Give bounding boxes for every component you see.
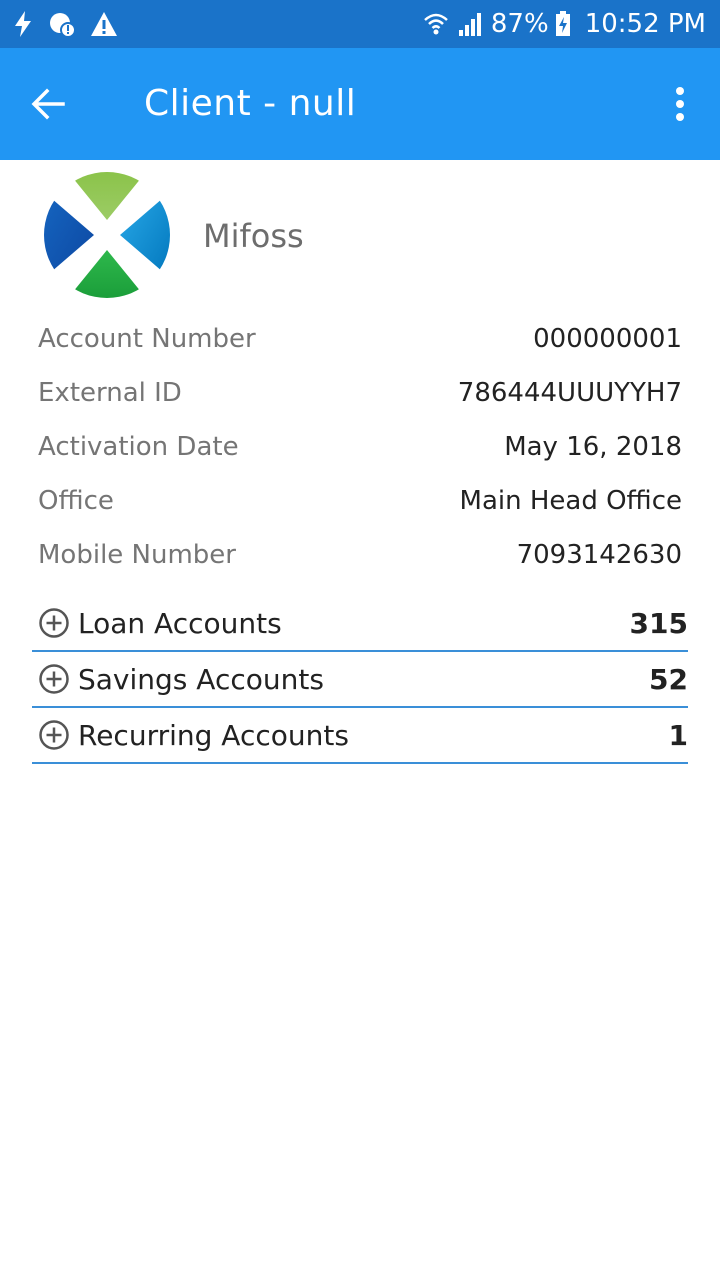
account-label: Savings Accounts: [78, 662, 324, 696]
overflow-menu-button[interactable]: [660, 76, 700, 132]
client-name: Mifoss: [203, 217, 304, 255]
status-bar: 87% 10:52 PM: [0, 0, 720, 48]
accounts-list: Loan Accounts 315 Savings Accounts 52 Re…: [32, 596, 688, 764]
detail-value: Main Head Office: [459, 486, 682, 516]
client-header: Mifoss: [44, 172, 684, 298]
account-row-recurring[interactable]: Recurring Accounts 1: [32, 708, 688, 764]
more-vert-icon: [676, 87, 684, 121]
add-circle-outline-icon[interactable]: [38, 607, 70, 639]
flash-icon: [12, 10, 34, 38]
client-details: Account Number 000000001 External ID 786…: [38, 312, 682, 582]
data-saver-icon: [48, 10, 76, 38]
back-button[interactable]: [20, 76, 76, 132]
account-label: Recurring Accounts: [78, 718, 349, 752]
client-details-screen: 87% 10:52 PM Client - null Mifoss Accoun…: [0, 0, 720, 1280]
app-bar: Client - null: [0, 48, 720, 160]
status-left-icons: [12, 8, 132, 40]
wifi-icon: [423, 11, 449, 37]
status-right-icons: 87% 10:52 PM: [423, 6, 706, 42]
arrow-back-icon: [31, 88, 65, 120]
detail-value: 000000001: [533, 324, 682, 354]
status-clock: 10:52 PM: [584, 9, 706, 39]
detail-label: External ID: [38, 378, 182, 408]
account-row-savings[interactable]: Savings Accounts 52: [32, 652, 688, 708]
detail-row-external-id: External ID 786444UUUYYH7: [38, 366, 682, 420]
client-logo-image[interactable]: [44, 172, 170, 298]
detail-row-activation-date: Activation Date May 16, 2018: [38, 420, 682, 474]
signal-icon: [457, 11, 483, 37]
detail-label: Account Number: [38, 324, 256, 354]
account-label: Loan Accounts: [78, 606, 282, 640]
detail-row-mobile-number: Mobile Number 7093142630: [38, 528, 682, 582]
detail-label: Mobile Number: [38, 540, 236, 570]
add-circle-outline-icon[interactable]: [38, 663, 70, 695]
detail-value: 786444UUUYYH7: [457, 378, 682, 408]
detail-value: 7093142630: [516, 540, 682, 570]
account-count: 1: [668, 718, 688, 752]
detail-label: Activation Date: [38, 432, 239, 462]
account-count: 315: [629, 606, 688, 640]
warning-icon: [90, 11, 118, 37]
battery-charging-icon: [555, 11, 571, 37]
battery-level: 87%: [490, 9, 549, 39]
page-title: Client - null: [144, 83, 357, 124]
account-row-loan[interactable]: Loan Accounts 315: [32, 596, 688, 652]
detail-row-account-number: Account Number 000000001: [38, 312, 682, 366]
add-circle-outline-icon[interactable]: [38, 719, 70, 751]
detail-label: Office: [38, 486, 114, 516]
account-count: 52: [649, 662, 688, 696]
detail-value: May 16, 2018: [504, 432, 682, 462]
detail-row-office: Office Main Head Office: [38, 474, 682, 528]
